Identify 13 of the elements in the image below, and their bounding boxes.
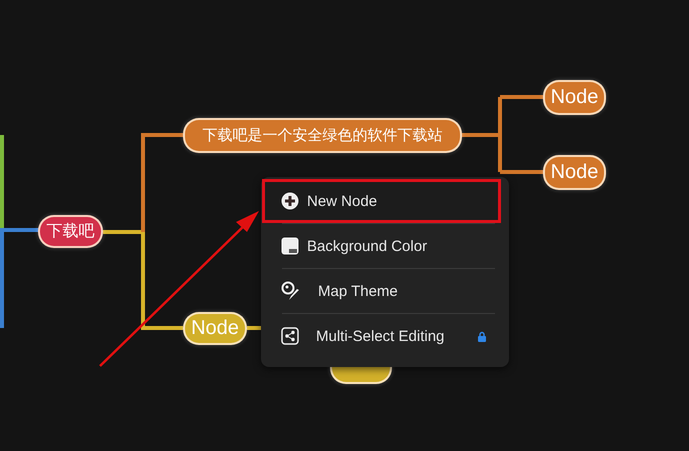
plus-circle-icon [281,192,299,210]
menu-item[interactable]: Map Theme [262,269,501,313]
mind-map-node[interactable]: Node [543,155,606,190]
menu-item[interactable]: Multi-Select Editing [262,314,501,358]
palette-brush-icon [281,281,301,301]
mind-map-node[interactable]: 下载吧是一个安全绿色的软件下载站 [183,118,462,153]
branch-line [247,326,262,330]
mind-map-node[interactable]: 下载吧 [38,215,103,248]
background-swatch-icon [281,237,299,255]
menu-item[interactable]: New Node [262,179,501,223]
mind-map-node[interactable]: Node [543,80,606,115]
share-nodes-icon [281,327,299,345]
menu-item[interactable]: Background Color [262,224,501,268]
